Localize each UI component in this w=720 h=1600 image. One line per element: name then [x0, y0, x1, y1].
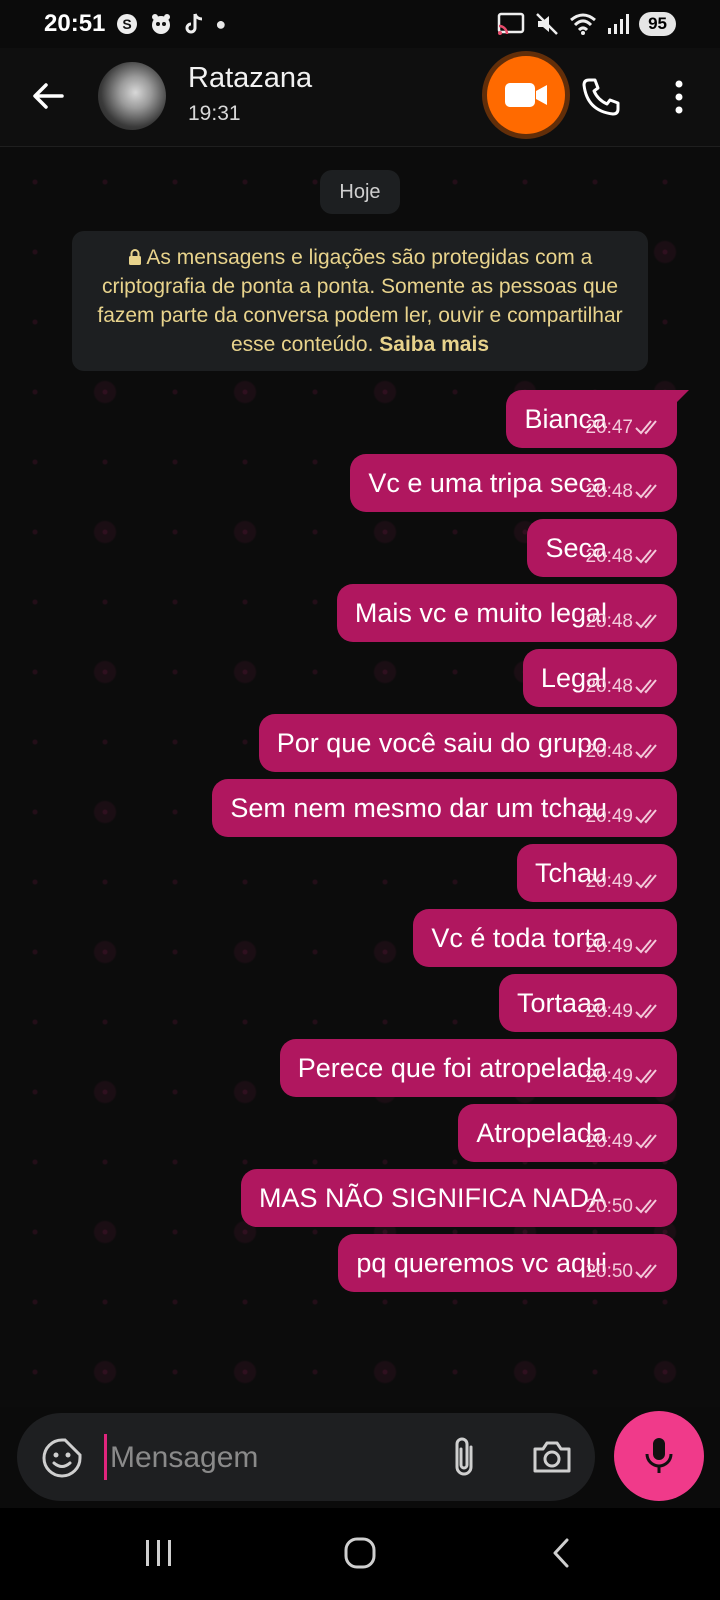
double-check-icon [635, 614, 657, 629]
phone-call-icon[interactable] [580, 76, 622, 118]
message-text: Perece que foi atropelada [297, 1052, 607, 1083]
message-bubble[interactable]: Tortaaa 20:49 [498, 974, 677, 1032]
message-text: Vc é toda torta [431, 922, 607, 953]
double-check-icon [635, 679, 657, 694]
message-time: 20:48 [585, 741, 633, 762]
message-time: 20:49 [585, 1001, 633, 1022]
message-text: Por que você saiu do grupo [276, 727, 607, 758]
contact-last-seen: 19:31 [188, 102, 241, 125]
status-left: 20:51 S ● [44, 10, 226, 38]
message-time: 20:49 [585, 936, 633, 957]
lock-icon [128, 249, 141, 265]
message-composer [17, 1413, 595, 1501]
message-time: 20:48 [585, 611, 633, 632]
double-check-icon [635, 809, 657, 824]
status-bar: 20:51 S ● 95 [0, 0, 720, 48]
message-time: 20:48 [585, 481, 633, 502]
double-check-icon [635, 420, 657, 435]
chat-header: Ratazana 19:31 [0, 48, 720, 147]
double-check-icon [635, 1264, 657, 1279]
video-call-button[interactable] [487, 56, 565, 134]
voice-message-button[interactable] [614, 1411, 704, 1501]
message-text: Mais vc e muito legal [354, 597, 607, 628]
camera-icon[interactable] [531, 1437, 573, 1477]
text-cursor [104, 1434, 107, 1480]
message-time: 20:50 [585, 1196, 633, 1217]
cast-icon [497, 12, 525, 35]
message-bubble[interactable]: Vc e uma tripa seca 20:48 [350, 454, 677, 512]
microphone-icon [645, 1438, 673, 1473]
battery-badge: 95 [639, 12, 676, 36]
message-bubble[interactable]: MAS NÃO SIGNIFICA NADA 20:50 [240, 1169, 677, 1227]
avatar[interactable] [98, 62, 166, 130]
svg-text:S: S [123, 16, 132, 32]
double-check-icon [635, 939, 657, 954]
double-check-icon [635, 1134, 657, 1149]
message-time: 20:49 [585, 1066, 633, 1087]
message-time: 20:48 [585, 546, 633, 567]
contact-name[interactable]: Ratazana [188, 62, 312, 95]
encryption-text: As mensagens e ligações são protegidas c… [97, 246, 623, 356]
home-icon[interactable] [343, 1536, 377, 1570]
mascot-icon [152, 14, 171, 34]
status-right: 95 [497, 12, 676, 36]
double-check-icon [635, 1199, 657, 1214]
message-text: pq queremos vc aqui [356, 1247, 607, 1278]
message-bubble[interactable]: Legal 20:48 [522, 649, 677, 707]
double-check-icon [635, 874, 657, 889]
message-bubble[interactable]: Seca 20:48 [527, 519, 677, 577]
mute-icon [536, 13, 558, 35]
double-check-icon [635, 549, 657, 564]
message-bubble[interactable]: Bianca 20:47 [506, 390, 689, 448]
learn-more-link[interactable]: Saiba mais [379, 333, 489, 356]
video-camera-icon [505, 83, 547, 107]
message-time: 20:49 [585, 806, 633, 827]
message-bubble[interactable]: Perece que foi atropelada 20:49 [279, 1039, 677, 1097]
wifi-icon [570, 13, 597, 35]
message-input[interactable] [108, 1431, 442, 1485]
more-options-icon[interactable] [664, 76, 694, 118]
clock: 20:51 [44, 10, 106, 37]
message-text: Vc e uma tripa seca [368, 467, 607, 498]
double-check-icon [635, 744, 657, 759]
message-bubble[interactable]: Por que você saiu do grupo 20:48 [258, 714, 677, 772]
system-nav-bar [0, 1508, 720, 1600]
message-time: 20:47 [585, 417, 633, 438]
recent-apps-icon[interactable] [142, 1536, 176, 1570]
double-check-icon [635, 484, 657, 499]
message-bubble[interactable]: Vc é toda torta 20:49 [413, 909, 677, 967]
message-bubble[interactable]: Tchau 20:49 [516, 844, 677, 902]
double-check-icon [635, 1004, 657, 1019]
tiktok-icon [185, 13, 203, 34]
message-bubble[interactable]: Mais vc e muito legal 20:48 [336, 584, 677, 642]
message-time: 20:48 [585, 676, 633, 697]
message-bubble[interactable]: pq queremos vc aqui 20:50 [338, 1234, 677, 1292]
sticker-emoji-icon[interactable] [41, 1437, 83, 1479]
message-time: 20:49 [585, 871, 633, 892]
skype-icon: S [117, 14, 138, 34]
dot-icon: ● [215, 13, 227, 34]
message-text: Sem nem mesmo dar um tchau [230, 792, 607, 823]
back-icon[interactable] [549, 1536, 573, 1570]
encryption-notice[interactable]: As mensagens e ligações são protegidas c… [72, 231, 648, 371]
double-check-icon [635, 1069, 657, 1084]
message-text: MAS NÃO SIGNIFICA NADA [258, 1182, 607, 1213]
back-arrow-icon[interactable] [28, 76, 68, 116]
chat-area[interactable]: Hoje As mensagens e ligações são protegi… [0, 147, 720, 1407]
message-time: 20:49 [585, 1131, 633, 1152]
message-bubble[interactable]: Atropelada 20:49 [458, 1104, 677, 1162]
signal-icon [608, 14, 630, 34]
message-bubble[interactable]: Sem nem mesmo dar um tchau 20:49 [212, 779, 677, 837]
paperclip-icon[interactable] [447, 1435, 481, 1479]
date-chip: Hoje [320, 170, 400, 214]
message-time: 20:50 [585, 1261, 633, 1282]
